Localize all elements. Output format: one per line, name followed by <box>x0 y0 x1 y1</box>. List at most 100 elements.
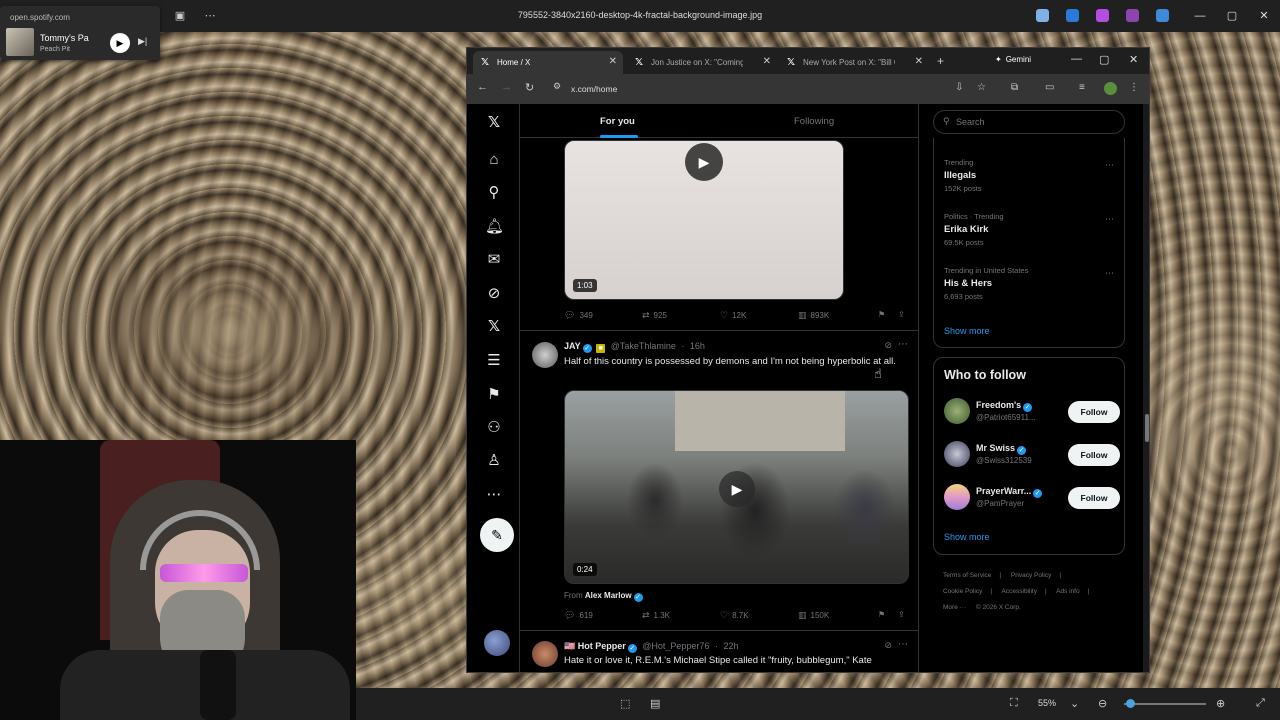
tweet-time[interactable]: 22h <box>723 641 738 651</box>
display-name[interactable]: JAY <box>564 341 581 351</box>
grok-icon[interactable]: ⊘ <box>485 285 503 303</box>
more-icon[interactable]: ⋯ <box>485 486 503 504</box>
avatar[interactable] <box>944 441 970 467</box>
messages-icon[interactable]: ✉ <box>485 251 503 269</box>
premium-icon[interactable]: 𝕏 <box>485 318 503 336</box>
views-button[interactable]: ▥ 150K <box>798 610 829 621</box>
share-icon[interactable]: ⇪ <box>898 610 905 619</box>
reply-button[interactable]: 💬︎ 349 <box>564 310 593 321</box>
forward-icon[interactable]: → <box>501 81 512 93</box>
profile-avatar[interactable] <box>1104 82 1117 95</box>
trend-item[interactable]: Trending in United States His & Hers 6,6… <box>944 266 1114 301</box>
like-button[interactable]: ♡ 12K <box>720 310 746 321</box>
grok-explain-icon[interactable]: ⊘ <box>884 340 892 351</box>
follow-suggestion[interactable]: Freedom's ✓ @Patriot65911... Follow <box>944 398 1122 428</box>
chevron-down-icon[interactable]: ⌄ <box>1070 697 1079 710</box>
tray-app-icon[interactable] <box>1126 9 1139 22</box>
tweet-video[interactable]: ▶ 1:03 <box>564 140 844 300</box>
play-icon[interactable]: ▶ <box>719 471 755 507</box>
notifications-icon[interactable]: 🔔︎ <box>485 218 504 236</box>
minimize-icon[interactable]: — <box>1190 8 1210 24</box>
close-tab-icon[interactable]: ✕ <box>609 56 617 67</box>
zoom-level[interactable]: 55% <box>1038 698 1056 708</box>
zoom-slider-thumb[interactable] <box>1126 699 1135 708</box>
install-app-icon[interactable]: ⇩ <box>955 82 963 93</box>
search-icon[interactable]: ⚲ <box>485 184 503 202</box>
tab-home-x[interactable]: 𝕏 Home / X ✕ <box>473 51 623 74</box>
avatar[interactable] <box>944 398 970 424</box>
close-icon[interactable]: ✕ <box>1254 8 1274 24</box>
tab-following[interactable]: Following <box>794 116 834 127</box>
maximize-icon[interactable]: ▢ <box>1099 53 1109 66</box>
reply-button[interactable]: 💬︎ 619 <box>564 610 593 621</box>
avatar[interactable] <box>532 641 558 667</box>
communities-icon[interactable]: ⚇ <box>485 419 503 437</box>
cast-icon[interactable]: ▭ <box>1045 82 1054 93</box>
next-track-icon[interactable]: ▶| <box>138 36 147 47</box>
bookmark-icon[interactable]: ⚑ <box>878 310 885 319</box>
filmstrip-icon[interactable]: ▤ <box>650 697 660 710</box>
follow-suggestion[interactable]: PrayerWarr... ✓ @PamPrayer Follow <box>944 484 1122 514</box>
more-options-icon[interactable]: ⋯ <box>1105 214 1114 225</box>
tab-jon-justice[interactable]: 𝕏 Jon Justice on X: "Coming up ✕ <box>627 51 777 74</box>
slideshow-icon[interactable]: ▣ <box>172 8 188 24</box>
source-name[interactable]: Alex Marlow <box>585 591 632 600</box>
fullscreen-icon[interactable]: ⤢ <box>1256 697 1265 710</box>
display-name[interactable]: Hot Pepper <box>578 641 626 651</box>
user-handle[interactable]: @TakeThlamine <box>611 341 676 351</box>
account-avatar[interactable] <box>484 630 510 656</box>
x-logo-icon[interactable]: 𝕏 <box>485 114 503 132</box>
more-options-icon[interactable]: ⋯ <box>1105 268 1114 279</box>
tab-new-york-post[interactable]: 𝕏 New York Post on X: "Bill Gat ✕ <box>779 51 929 74</box>
lists-icon[interactable]: ☰ <box>485 352 503 370</box>
follow-suggestion[interactable]: Mr Swiss ✓ @Swiss312539 Follow <box>944 441 1122 471</box>
fit-to-window-icon[interactable]: ⛶ <box>1010 697 1018 710</box>
close-icon[interactable]: ✕ <box>1129 53 1138 66</box>
minimize-icon[interactable]: — <box>1071 53 1082 65</box>
site-info-icon[interactable]: ⚙ <box>553 81 561 92</box>
zoom-in-icon[interactable]: ⊕ <box>1216 697 1225 710</box>
zoom-slider[interactable] <box>1124 703 1206 705</box>
page-scrollbar[interactable] <box>1143 104 1149 672</box>
more-link[interactable]: More ··· <box>943 604 966 611</box>
follow-button[interactable]: Follow <box>1068 444 1120 466</box>
zoom-out-icon[interactable]: ⊖ <box>1098 697 1107 710</box>
play-button[interactable]: ▶ <box>110 33 130 53</box>
close-tab-icon[interactable]: ✕ <box>763 56 771 67</box>
avatar[interactable] <box>532 342 558 368</box>
reading-list-icon[interactable]: ≡ <box>1079 82 1085 93</box>
views-button[interactable]: ▥ 893K <box>798 310 829 321</box>
avatar[interactable] <box>944 484 970 510</box>
menu-icon[interactable]: ⋮ <box>1129 82 1139 93</box>
tray-app-icon[interactable] <box>1156 9 1169 22</box>
search-input[interactable]: ⚲ Search <box>933 110 1125 134</box>
url-field[interactable]: x.com/home <box>571 84 617 94</box>
scrollbar-thumb[interactable] <box>1145 414 1149 442</box>
more-options-icon[interactable]: ⋯ <box>898 339 908 350</box>
follow-button[interactable]: Follow <box>1068 487 1120 509</box>
privacy-link[interactable]: Privacy Policy <box>1011 572 1051 579</box>
user-handle[interactable]: @Hot_Pepper76 <box>642 641 709 651</box>
tab-for-you[interactable]: For you <box>600 116 635 127</box>
more-options-icon[interactable]: ⋯ <box>898 639 908 650</box>
tray-app-icon[interactable] <box>1036 9 1049 22</box>
grok-explain-icon[interactable]: ⊘ <box>884 640 892 651</box>
trend-item[interactable]: Trending Illegals 152K posts ⋯ <box>944 158 1114 193</box>
share-icon[interactable]: ⇪ <box>898 310 905 319</box>
tray-app-icon[interactable] <box>1096 9 1109 22</box>
close-tab-icon[interactable]: ✕ <box>915 56 923 67</box>
accessibility-link[interactable]: Accessibility <box>1002 588 1037 595</box>
compose-post-button[interactable]: ✎ <box>480 518 514 552</box>
more-options-icon[interactable]: ⋯ <box>202 8 218 24</box>
tweet-time[interactable]: 16h <box>690 341 705 351</box>
repost-button[interactable]: ⇄ 925 <box>642 310 667 321</box>
extensions-icon[interactable]: ⧉ <box>1011 82 1018 93</box>
bookmark-star-icon[interactable]: ☆ <box>977 82 986 93</box>
back-icon[interactable]: ← <box>477 81 488 93</box>
trend-item[interactable]: Politics · Trending Erika Kirk 69.5K pos… <box>944 212 1114 247</box>
crop-icon[interactable]: ⬚ <box>620 697 630 710</box>
bookmark-icon[interactable]: ⚑ <box>878 610 885 619</box>
home-icon[interactable]: ⌂ <box>485 151 503 169</box>
follow-button[interactable]: Follow <box>1068 401 1120 423</box>
show-more-follow-link[interactable]: Show more <box>944 532 990 542</box>
